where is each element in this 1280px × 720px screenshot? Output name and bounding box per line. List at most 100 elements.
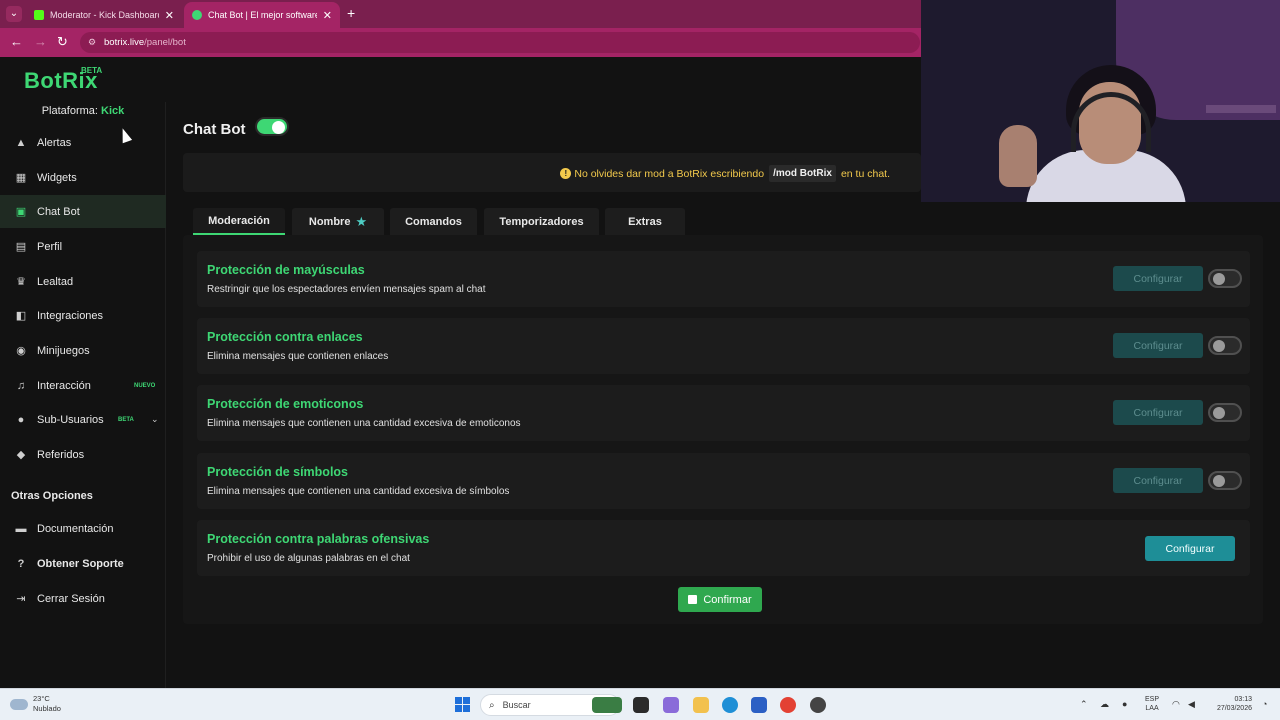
sidebar-item-sub-usuarios[interactable]: ● Sub-Usuarios BETA ⌄	[0, 403, 166, 436]
configure-button[interactable]: Configurar	[1145, 536, 1235, 561]
confirm-label: Confirmar	[703, 593, 752, 606]
protection-toggle[interactable]	[1208, 471, 1242, 490]
configure-button[interactable]: Configurar	[1113, 266, 1203, 291]
protection-description: Elimina mensajes que contienen enlaces	[207, 351, 389, 362]
reload-icon[interactable]: ↻	[57, 34, 68, 50]
botrix-favicon-icon	[192, 10, 202, 20]
file-explorer-app-icon[interactable]	[633, 697, 649, 713]
sidebar-item-documentacion[interactable]: ▬ Documentación	[0, 512, 166, 545]
notice-text: No olvides dar mod a BotRix escribiendo	[574, 167, 765, 180]
protection-description: Elimina mensajes que contienen una canti…	[207, 486, 510, 497]
folder-icon[interactable]	[693, 697, 709, 713]
sidebar-item-alertas[interactable]: ▲ Alertas	[0, 126, 166, 159]
protection-card-links: Protección contra enlaces Elimina mensaj…	[197, 318, 1250, 374]
sidebar-item-lealtad[interactable]: ♛ Lealtad	[0, 265, 166, 298]
integrations-icon: ◧	[15, 310, 27, 322]
close-tab-icon[interactable]: ✕	[165, 9, 174, 22]
sidebar-item-label: Interacción	[37, 379, 91, 392]
cloud-icon	[10, 698, 28, 710]
protection-description: Prohibir el uso de algunas palabras en e…	[207, 553, 410, 564]
sidebar-item-integraciones[interactable]: ◧ Integraciones	[0, 299, 166, 332]
platform-indicator: Plataforma: Kick	[0, 105, 166, 117]
info-icon: !	[560, 168, 572, 179]
robot-icon: ▣	[15, 206, 27, 218]
sidebar-item-label: Lealtad	[37, 275, 74, 288]
widgets-icon: ▦	[15, 172, 27, 184]
protection-toggle[interactable]	[1208, 336, 1242, 355]
sidebar-item-minijuegos[interactable]: ◉ Minijuegos	[0, 334, 166, 367]
sidebar-item-label: Chat Bot	[37, 205, 80, 218]
protection-card-caps: Protección de mayúsculas Restringir que …	[197, 251, 1250, 307]
protection-title: Protección contra palabras ofensivas	[207, 532, 430, 546]
protection-toggle[interactable]	[1208, 269, 1242, 288]
sidebar-item-label: Integraciones	[37, 309, 104, 322]
sidebar-item-label: Referidos	[37, 448, 85, 461]
protection-title: Protección de mayúsculas	[207, 263, 365, 277]
confirm-button[interactable]: Confirmar	[678, 587, 762, 612]
browser-tab-botrix[interactable]: Chat Bot | El mejor software pa ✕	[184, 2, 340, 28]
new-tab-button[interactable]: +	[347, 6, 355, 20]
edge-browser-icon[interactable]	[722, 697, 738, 713]
tab-nombre[interactable]: Nombre ★	[292, 208, 384, 235]
copilot-icon[interactable]	[663, 697, 679, 713]
sidebar-item-referidos[interactable]: ◆ Referidos	[0, 438, 166, 471]
wifi-icon[interactable]: ◠	[1172, 699, 1180, 710]
browser-tab-kick[interactable]: Moderator - Kick Dashboard ✕	[26, 2, 182, 28]
chat-bot-toggle[interactable]	[255, 117, 289, 136]
logo-beta-badge: BETA	[81, 66, 103, 75]
back-arrow-icon[interactable]: ←	[10, 34, 23, 50]
system-clock[interactable]: 03:13 27/03/2026	[1209, 695, 1252, 713]
obs-icon[interactable]	[810, 697, 826, 713]
trophy-icon: ♛	[16, 276, 26, 288]
sidebar-item-widgets[interactable]: ▦ Widgets	[0, 161, 166, 194]
mic-icon[interactable]: ●	[1122, 699, 1127, 709]
sidebar-item-label: Obtener Soporte	[37, 557, 124, 570]
sidebar-item-interaccion[interactable]: ♫ Interacción NUEVO	[0, 369, 166, 402]
url-input[interactable]: ⚙ botrix.live/panel/bot	[80, 32, 920, 53]
tab-moderacion[interactable]: Moderación	[193, 208, 285, 235]
tab-extras[interactable]: Extras	[605, 208, 685, 235]
tab-comandos[interactable]: Comandos	[390, 208, 477, 235]
notification-bell-icon[interactable]: ◔	[1262, 699, 1267, 709]
forward-arrow-icon[interactable]: →	[34, 34, 47, 50]
weather-widget[interactable]: 23°C Nublado	[10, 694, 61, 714]
tray-chevron-up-icon[interactable]: ⌃	[1080, 699, 1088, 710]
tab-search-menu-button[interactable]: ⌄	[6, 6, 22, 22]
sidebar-item-label: Alertas	[37, 136, 72, 149]
beta-badge: BETA	[118, 416, 134, 423]
search-placeholder: Buscar	[502, 700, 531, 710]
sidebar-item-chat-bot[interactable]: ▣ Chat Bot	[0, 195, 166, 228]
windows-taskbar: 23°C Nublado ⌕ Buscar ⌃ ☁ ● ESP LAA ◠ ◀ …	[0, 688, 1280, 720]
configure-button[interactable]: Configurar	[1113, 333, 1203, 358]
tab-title: Moderator - Kick Dashboard	[50, 10, 159, 20]
protection-toggle[interactable]	[1208, 403, 1242, 422]
windows-start-icon[interactable]	[455, 697, 471, 713]
onedrive-icon[interactable]: ☁	[1100, 699, 1109, 710]
tab-label: Moderación	[208, 214, 270, 227]
id-card-icon: ▤	[15, 241, 27, 253]
configure-button[interactable]: Configurar	[1113, 468, 1203, 493]
scenery-widget-icon[interactable]	[592, 697, 622, 713]
weather-temp: 23°C	[33, 694, 50, 703]
sidebar-item-perfil[interactable]: ▤ Perfil	[0, 230, 166, 263]
notice-text-end: en tu chat.	[840, 167, 890, 180]
sidebar-item-obtener-soporte[interactable]: ? Obtener Soporte	[0, 547, 166, 580]
protection-description: Elimina mensajes que contienen una canti…	[207, 418, 521, 429]
volume-icon[interactable]: ◀	[1188, 699, 1195, 710]
music-icon: ♫	[16, 379, 26, 392]
chrome-browser-icon[interactable]	[780, 697, 796, 713]
language-indicator[interactable]: ESP LAA	[1145, 695, 1159, 713]
users-icon: ●	[17, 413, 25, 426]
app-header: BotRix BETA	[0, 57, 921, 102]
site-info-icon[interactable]: ⚙	[88, 37, 98, 48]
configure-button[interactable]: Configurar	[1113, 400, 1203, 425]
sidebar-item-label: Minijuegos	[37, 344, 90, 357]
store-icon[interactable]	[751, 697, 767, 713]
notice-command: /mod BotRix	[769, 165, 836, 182]
page-title: Chat Bot	[183, 121, 246, 138]
close-tab-icon[interactable]: ✕	[323, 9, 332, 22]
chevron-down-icon[interactable]: ⌄	[151, 414, 159, 425]
tab-label: Comandos	[405, 215, 462, 228]
sidebar-item-cerrar-sesion[interactable]: ⇥ Cerrar Sesión	[0, 582, 166, 615]
tab-temporizadores[interactable]: Temporizadores	[484, 208, 599, 235]
